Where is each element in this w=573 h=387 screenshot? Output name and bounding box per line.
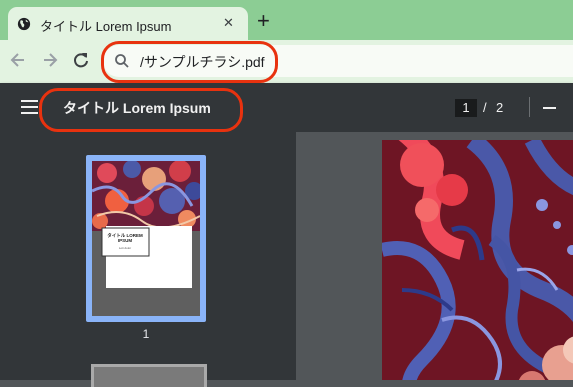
document-title: タイトル Lorem Ipsum [63, 100, 211, 116]
page-number-input[interactable]: 1 [455, 99, 477, 117]
toolbar-divider [529, 97, 530, 117]
reload-icon[interactable] [71, 50, 91, 70]
search-icon [115, 54, 129, 68]
forward-arrow-icon[interactable] [40, 50, 60, 70]
back-arrow-icon[interactable] [8, 50, 28, 70]
thumbnail-card-text: Loti dolor [118, 246, 132, 250]
thumbnail-card-title: タイトル LOREM IPSUM [107, 233, 143, 243]
globe-icon [17, 17, 31, 31]
active-tab[interactable]: タイトル Lorem Ipsum ✕ [8, 7, 248, 40]
page-thumbnail-1[interactable]: タイトル LOREM IPSUM Loti dolor [86, 155, 206, 322]
new-tab-button[interactable]: + [257, 10, 270, 32]
url-text[interactable]: /サンプルチラシ.pdf [140, 52, 265, 72]
tab-strip: タイトル Lorem Ipsum ✕ + [0, 0, 573, 40]
close-tab-icon[interactable]: ✕ [223, 16, 234, 30]
menu-icon[interactable] [21, 100, 38, 114]
page-separator: / [483, 100, 487, 115]
thumbnail-label: 1 [142, 327, 150, 341]
pdf-page [382, 140, 573, 380]
tab-title: タイトル Lorem Ipsum [40, 19, 172, 34]
address-bar[interactable]: /サンプルチラシ.pdf [103, 45, 573, 77]
pdf-viewport[interactable] [296, 132, 573, 380]
zoom-out-icon[interactable] [543, 107, 556, 109]
pdf-toolbar: タイトル Lorem Ipsum 1 / 2 [0, 83, 573, 132]
browser-toolbar: /サンプルチラシ.pdf [0, 40, 573, 83]
thumbnail-sidebar: タイトル LOREM IPSUM Loti dolor 1 [0, 132, 296, 387]
total-pages: 2 [496, 100, 504, 115]
thumbnail-image: タイトル LOREM IPSUM Loti dolor [92, 161, 200, 316]
page-thumbnail-2[interactable] [91, 364, 207, 387]
